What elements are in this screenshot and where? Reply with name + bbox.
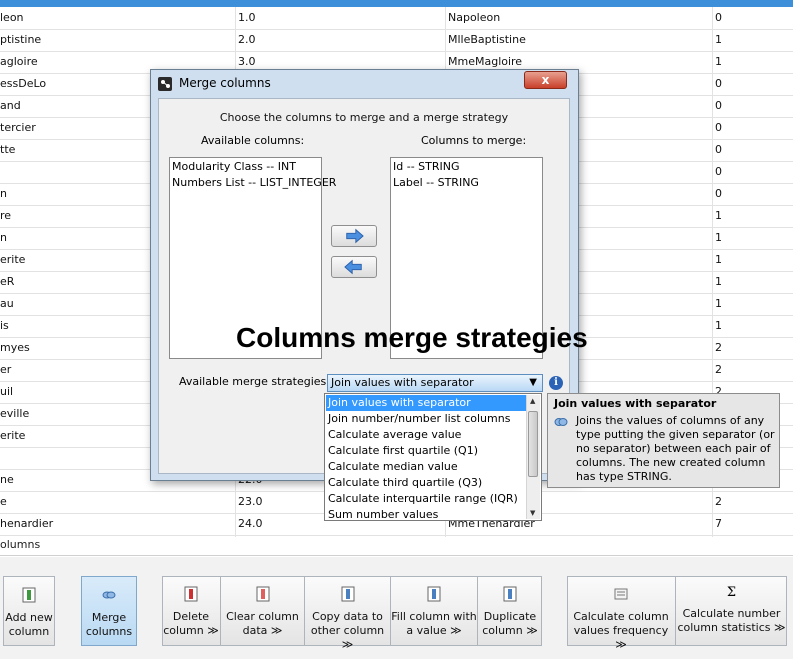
dropdown-option[interactable]: Calculate average value [326, 427, 527, 443]
frequency-label: Calculate column values frequency ≫ [573, 610, 669, 651]
merge-strategies-label: Available merge strategies: [179, 375, 330, 388]
table-cell: leon [0, 11, 24, 24]
add-new-column-button[interactable]: Add new column [3, 576, 55, 646]
clear-column-icon [256, 586, 269, 602]
frequency-icon [614, 588, 628, 600]
table-cell: 1 [715, 55, 722, 68]
list-item[interactable]: Label -- STRING [391, 175, 542, 191]
dropdown-option[interactable]: Calculate interquartile range (IQR) [326, 491, 527, 507]
merge-columns-icon [102, 591, 116, 599]
dialog-instruction: Choose the columns to merge and a merge … [219, 111, 509, 124]
fill-column-icon [427, 586, 441, 602]
table-cell: 7 [715, 517, 722, 530]
delete-column-button[interactable]: Delete column ≫ [162, 576, 220, 646]
scroll-down-icon[interactable]: ▼ [530, 509, 535, 517]
table-cell: MlleBaptistine [448, 33, 526, 46]
arrow-right-icon [346, 228, 364, 244]
info-icon[interactable]: i [549, 376, 563, 390]
merge-strategy-dropdown[interactable]: Join values with separator Join number/n… [324, 393, 542, 521]
table-cell: 1 [715, 253, 722, 266]
delete-column-label: Delete column ≫ [163, 610, 219, 637]
merge-columns-label: Merge columns [85, 611, 133, 638]
table-cell: 0 [715, 77, 722, 90]
clear-column-data-button[interactable]: Clear column data ≫ [221, 576, 304, 646]
columns-to-merge-label: Columns to merge: [421, 134, 527, 147]
tooltip-title: Join values with separator [554, 397, 717, 410]
table-cell: 1 [715, 275, 722, 288]
scroll-up-icon[interactable]: ▲ [530, 397, 535, 405]
table-cell: 1 [715, 319, 722, 332]
dropdown-option[interactable]: Sum number values [326, 507, 527, 520]
strategy-tooltip: Join values with separator Joins the val… [547, 393, 780, 488]
dialog-title: Merge columns [179, 76, 271, 90]
list-item[interactable]: Id -- STRING [391, 159, 542, 175]
table-cell: 1.0 [238, 11, 256, 24]
column-statistics-button[interactable]: Σ Calculate number column statistics ≫ [676, 576, 787, 646]
duplicate-column-icon [503, 586, 517, 602]
table-cell: 2 [715, 363, 722, 376]
table-row[interactable]: leon 1.0 Napoleon 0 [0, 7, 793, 30]
table-row[interactable]: ptistine 2.0 MlleBaptistine 1 [0, 29, 793, 52]
add-to-merge-button[interactable] [331, 225, 377, 247]
close-button[interactable]: x [524, 71, 567, 89]
table-header-strip [0, 0, 793, 7]
delete-column-icon [184, 586, 198, 602]
dropdown-option[interactable]: Calculate third quartile (Q3) [326, 475, 527, 491]
selected-strategy: Join values with separator [331, 376, 474, 389]
dropdown-option[interactable]: Calculate first quartile (Q1) [326, 443, 527, 459]
info-letter: i [554, 377, 558, 388]
close-icon: x [541, 73, 550, 87]
table-cell: Napoleon [448, 11, 501, 24]
table-cell: 2.0 [238, 33, 256, 46]
dialog-titlebar[interactable]: Merge columns x [151, 70, 578, 97]
fill-column-button[interactable]: Fill column with a value ≫ [391, 576, 477, 646]
columns-section-label: olumns [0, 538, 41, 551]
merge-strategy-select[interactable]: Join values with separator ▼ [327, 374, 543, 392]
table-cell: 0 [715, 143, 722, 156]
arrow-left-icon [344, 259, 362, 275]
dropdown-option[interactable]: Join number/number list columns [326, 411, 527, 427]
table-cell: 1 [715, 297, 722, 310]
dropdown-scrollbar[interactable]: ▲ ▼ [526, 395, 540, 519]
scrollbar-thumb[interactable] [528, 411, 538, 477]
tooltip-description: Joins the values of columns of any type … [576, 414, 775, 483]
available-columns-label: Available columns: [201, 134, 305, 147]
duplicate-column-label: Duplicate column ≫ [482, 610, 538, 637]
remove-from-merge-button[interactable] [331, 256, 377, 278]
column-values-frequency-button[interactable]: Calculate column values frequency ≫ [567, 576, 675, 651]
table-cell: 1 [715, 231, 722, 244]
toolbar-separator [0, 555, 793, 556]
table-cell: 0 [715, 187, 722, 200]
duplicate-column-button[interactable]: Duplicate column ≫ [478, 576, 542, 646]
copy-data-button[interactable]: Copy data to other column ≫ [305, 576, 390, 651]
table-cell: 1 [715, 209, 722, 222]
dropdown-arrow-icon: ▼ [529, 377, 537, 388]
dropdown-option[interactable]: Calculate median value [326, 459, 527, 475]
dropdown-option[interactable]: Join values with separator [326, 395, 527, 411]
table-cell: 0 [715, 165, 722, 178]
fill-column-label: Fill column with a value ≫ [391, 610, 477, 637]
table-cell: e [0, 495, 7, 508]
table-cell: 0 [715, 121, 722, 134]
table-cell: ptistine [0, 33, 42, 46]
table-cell: 2 [715, 341, 722, 354]
table-cell: 0 [715, 11, 722, 24]
list-item[interactable]: Modularity Class -- INT [170, 159, 321, 175]
copy-data-label: Copy data to other column ≫ [310, 610, 385, 651]
copy-column-icon [341, 586, 354, 602]
add-column-icon [22, 587, 36, 603]
gephi-app-icon [158, 77, 172, 91]
table-cell: 2 [715, 495, 722, 508]
clear-column-label: Clear column data ≫ [226, 610, 299, 637]
merge-columns-icon [554, 418, 568, 426]
statistics-label: Calculate number column statistics ≫ [677, 607, 786, 634]
list-item[interactable]: Numbers List -- LIST_INTEGER [170, 175, 336, 191]
overlay-caption: Columns merge strategies [236, 322, 588, 353]
table-cell: henardier [0, 517, 54, 530]
add-new-column-label: Add new column [5, 611, 53, 638]
sigma-icon: Σ [726, 585, 737, 600]
table-cell: 1 [715, 33, 722, 46]
table-cell: 0 [715, 99, 722, 112]
merge-columns-button[interactable]: Merge columns [81, 576, 137, 646]
